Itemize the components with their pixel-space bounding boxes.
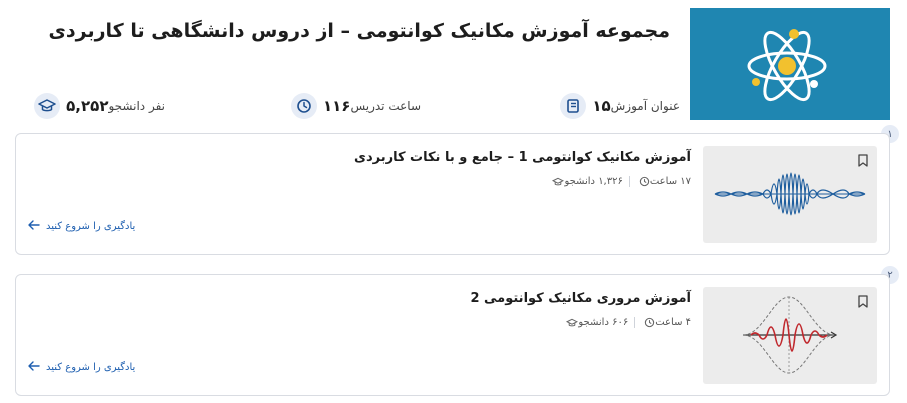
bookmark-icon[interactable] <box>857 293 869 312</box>
course-students: ۱,۳۲۶ دانشجو <box>549 176 623 187</box>
course-duration: ۴ ساعت <box>641 317 691 328</box>
start-learning-link[interactable]: یادگیری را شروع کنید <box>28 220 135 233</box>
stat-hours-value: ۱۱۶ <box>322 97 351 115</box>
bookmark-icon[interactable] <box>857 152 869 171</box>
start-learning-label: یادگیری را شروع کنید <box>46 362 136 373</box>
clock-icon <box>290 93 317 119</box>
course-students: ۶۰۶ دانشجو <box>563 317 628 328</box>
wave-packet-image <box>714 172 866 216</box>
course-thumbnail[interactable] <box>703 146 877 243</box>
arrow-left-icon <box>28 361 40 374</box>
clock-icon <box>639 176 650 187</box>
clock-icon <box>645 317 655 328</box>
book-icon <box>560 93 587 119</box>
graduation-cap-icon <box>566 318 579 326</box>
graduation-cap-icon <box>34 93 61 119</box>
stat-courses: ۱۵ عنوان آموزش <box>554 92 680 120</box>
course-card[interactable]: آموزش مکانیک کوانتومی 1 – جامع و با نکات… <box>15 133 890 255</box>
stat-courses-value: ۱۵ <box>592 97 611 115</box>
atom-icon <box>747 29 827 102</box>
course-students-text: ۱,۳۲۶ دانشجو <box>564 176 623 187</box>
stat-courses-label: عنوان آموزش <box>610 99 680 113</box>
stat-students: ۵,۲۵۲ نفر دانشجو <box>28 92 165 120</box>
stat-hours: ۱۱۶ ساعت تدریس <box>285 92 421 120</box>
course-meta: ۱,۳۲۶ دانشجو ۱۷ ساعت <box>549 176 691 187</box>
meta-divider <box>628 176 630 187</box>
course-title[interactable]: آموزش مکانیک کوانتومی 1 – جامع و با نکات… <box>354 150 691 165</box>
meta-divider <box>634 317 636 328</box>
course-card[interactable]: آموزش مروری مکانیک کوانتومی 2 ۶۰۶ دانشجو… <box>15 274 890 396</box>
start-learning-label: یادگیری را شروع کنید <box>46 221 136 232</box>
course-duration: ۱۷ ساعت <box>636 176 691 187</box>
course-thumbnail[interactable] <box>703 287 877 384</box>
course-duration-text: ۴ ساعت <box>655 317 691 328</box>
stat-hours-label: ساعت تدریس <box>350 99 421 113</box>
start-learning-link[interactable]: یادگیری را شروع کنید <box>28 361 135 374</box>
stat-students-value: ۵,۲۵۲ <box>66 97 109 115</box>
wave-packet-image <box>742 296 838 374</box>
stat-students-label: نفر دانشجو <box>108 99 165 113</box>
course-duration-text: ۱۷ ساعت <box>649 176 691 187</box>
arrow-left-icon <box>28 220 40 233</box>
course-title[interactable]: آموزش مروری مکانیک کوانتومی 2 <box>470 291 691 306</box>
collection-title: مجموعه آموزش مکانیک کوانتومی – از دروس د… <box>48 20 670 42</box>
graduation-cap-icon <box>552 177 565 185</box>
course-students-text: ۶۰۶ دانشجو <box>578 317 629 328</box>
collection-cover-image <box>690 8 890 120</box>
course-meta: ۶۰۶ دانشجو ۴ ساعت <box>563 317 691 328</box>
